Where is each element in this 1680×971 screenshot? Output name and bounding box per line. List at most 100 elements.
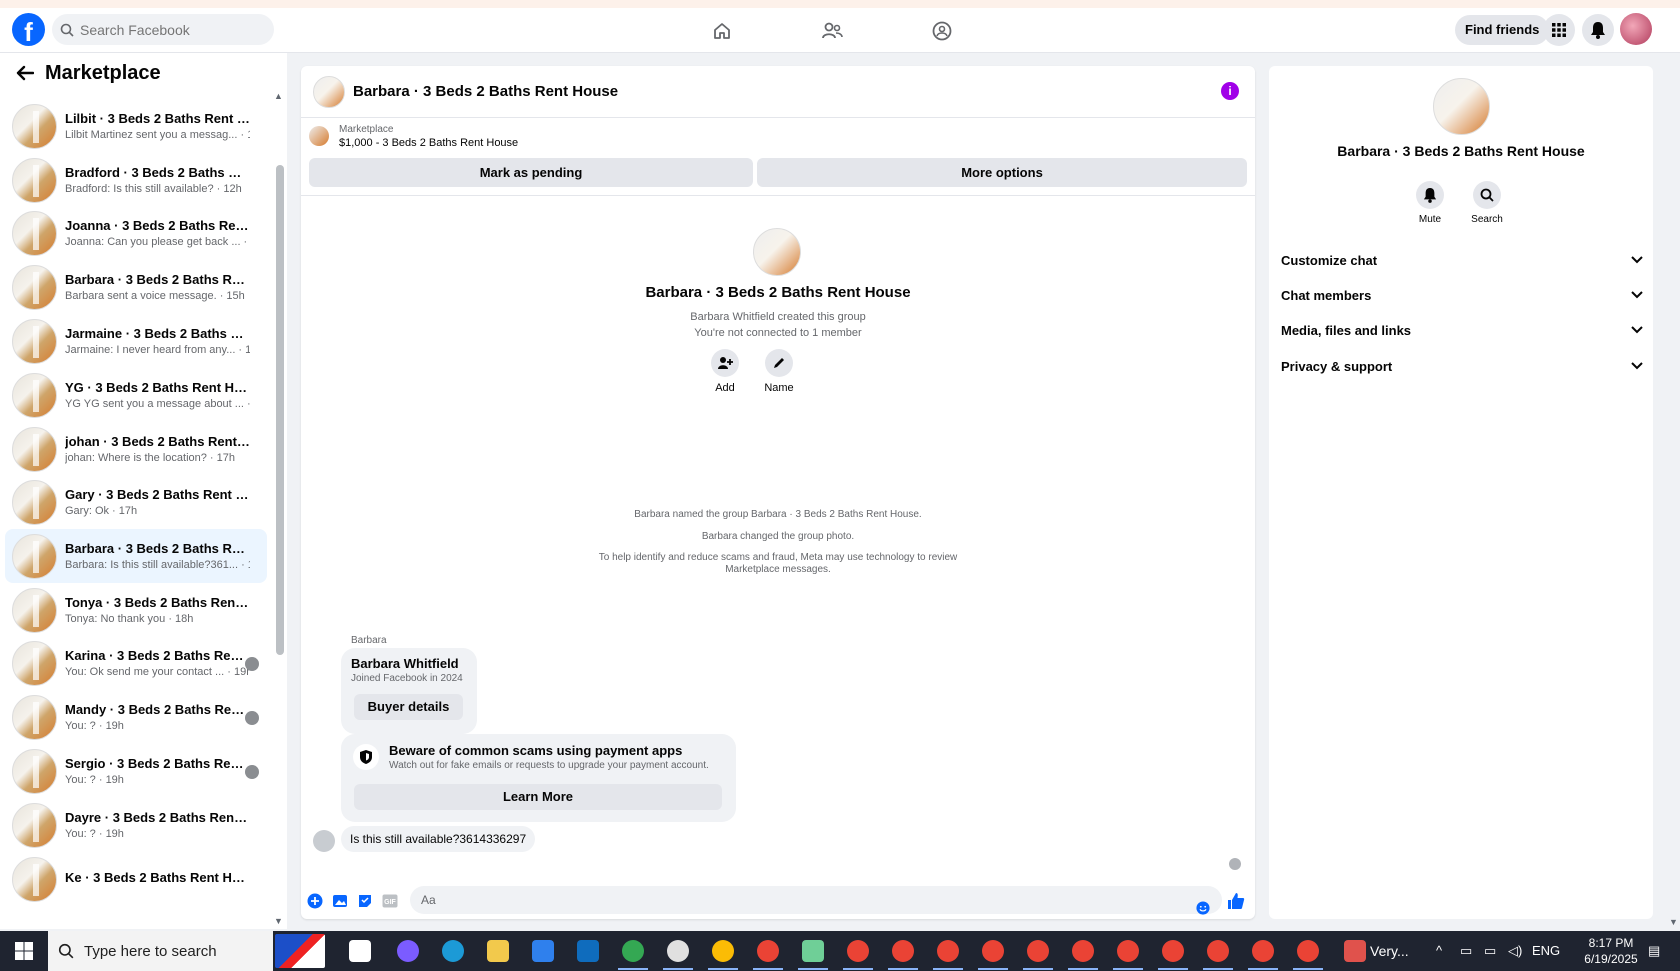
notes-icon[interactable] xyxy=(802,940,824,962)
conversation-item[interactable]: Karina · 3 Beds 2 Baths Rent ... You: Ok … xyxy=(5,636,267,690)
info-icon[interactable]: i xyxy=(1221,82,1239,100)
seen-avatar xyxy=(245,765,259,779)
chrome-icon[interactable] xyxy=(1162,940,1184,962)
plus-icon[interactable] xyxy=(306,892,324,910)
outlook-icon[interactable] xyxy=(577,940,599,962)
clock-time: 8:17 PM xyxy=(1588,936,1634,950)
chrome-icon[interactable] xyxy=(1207,940,1229,962)
copilot-icon[interactable] xyxy=(397,940,419,962)
edge-icon[interactable] xyxy=(442,940,464,962)
chrome-icon[interactable] xyxy=(622,940,644,962)
chrome-icon[interactable] xyxy=(1072,940,1094,962)
chrome-icon[interactable] xyxy=(712,940,734,962)
back-arrow-icon[interactable] xyxy=(13,61,37,85)
conversation-item[interactable]: Joanna · 3 Beds 2 Baths Rent H... Joanna:… xyxy=(5,206,267,260)
paint-icon[interactable] xyxy=(667,940,689,962)
conversation-item[interactable]: Dayre · 3 Beds 2 Baths Rent Ho... You: ? … xyxy=(5,798,267,852)
mark-as-pending-button[interactable]: Mark as pending xyxy=(309,158,753,187)
windows-start-icon[interactable] xyxy=(0,931,48,971)
conversation-item[interactable]: Bradford · 3 Beds 2 Baths Rent ... Bradfo… xyxy=(5,153,267,207)
sender-avatar[interactable] xyxy=(313,830,335,852)
friends-icon[interactable] xyxy=(819,18,845,44)
message-bubble[interactable]: Is this still available?3614336297 xyxy=(341,826,536,852)
add-member-button[interactable]: Add xyxy=(705,349,745,394)
chrome-icon[interactable] xyxy=(1117,940,1139,962)
conversation-item[interactable]: Sergio · 3 Beds 2 Baths Rent ... You: ? ·… xyxy=(5,744,267,798)
groups-icon[interactable] xyxy=(929,18,955,44)
learn-more-button[interactable]: Learn More xyxy=(354,784,722,810)
listing-thumbnail xyxy=(12,533,57,579)
group-photo[interactable] xyxy=(753,228,801,276)
file-explorer-icon[interactable] xyxy=(487,940,509,962)
photo-icon[interactable] xyxy=(331,892,349,910)
privacy-support-row[interactable]: Privacy & support xyxy=(1281,351,1643,381)
chrome-icon[interactable] xyxy=(937,940,959,962)
monitor-icon[interactable]: ▭ xyxy=(1484,943,1496,959)
search-input[interactable] xyxy=(80,21,260,38)
chrome-icon[interactable] xyxy=(892,940,914,962)
bell-icon[interactable] xyxy=(1582,14,1614,46)
conversation-item[interactable]: Jarmaine · 3 Beds 2 Baths Rent ... Jarmai… xyxy=(5,314,267,368)
conversation-item[interactable]: YG · 3 Beds 2 Baths Rent House YG YG sent… xyxy=(5,368,267,422)
conversation-item[interactable]: johan · 3 Beds 2 Baths Rent Ho... johan: … xyxy=(5,422,267,476)
conversation-item[interactable]: Ke · 3 Beds 2 Baths Rent House xyxy=(5,852,267,906)
chrome-icon[interactable] xyxy=(1297,940,1319,962)
conversation-item[interactable]: Mandy · 3 Beds 2 Baths Rent ... You: ? · … xyxy=(5,690,267,744)
search-icon xyxy=(60,23,74,37)
listing-banner[interactable]: Marketplace $1,000 - 3 Beds 2 Baths Rent… xyxy=(301,118,1255,154)
sticker-icon[interactable] xyxy=(356,892,374,910)
chat-title[interactable]: Barbara · 3 Beds 2 Baths Rent House xyxy=(353,83,618,100)
chat-group-photo[interactable] xyxy=(313,75,345,108)
system-clock[interactable]: 8:17 PM 6/19/2025 xyxy=(1583,935,1639,967)
volume-icon[interactable]: ◁) xyxy=(1508,943,1522,959)
mute-label: Mute xyxy=(1418,214,1442,225)
scroll-up-arrow[interactable]: ▲ xyxy=(274,91,283,101)
sidebar-scrollbar[interactable] xyxy=(276,165,284,655)
panel-group-photo[interactable] xyxy=(1433,78,1490,135)
chrome-icon[interactable] xyxy=(847,940,869,962)
chevron-up-icon[interactable]: ^ xyxy=(1436,943,1442,958)
mute-button[interactable]: Mute xyxy=(1405,181,1455,225)
chat-members-row[interactable]: Chat members xyxy=(1281,280,1643,310)
conversation-item[interactable]: Barbara · 3 Beds 2 Baths Rent H... Barbar… xyxy=(5,260,267,314)
chrome-icon[interactable] xyxy=(757,940,779,962)
profile-avatar[interactable] xyxy=(1620,13,1652,45)
running-indicator xyxy=(888,968,918,970)
task-view-icon[interactable] xyxy=(349,940,371,962)
chrome-icon[interactable] xyxy=(982,940,1004,962)
conversation-item[interactable]: Gary · 3 Beds 2 Baths Rent House Gary: Ok… xyxy=(5,475,267,529)
taskbar-search[interactable]: Type here to search xyxy=(48,931,273,971)
gif-icon[interactable]: GIF xyxy=(381,892,399,910)
weather-widget[interactable]: Very... xyxy=(1370,943,1409,959)
emoji-icon[interactable] xyxy=(1196,901,1210,915)
listing-thumbnail xyxy=(12,157,57,203)
more-options-button[interactable]: More options xyxy=(757,158,1247,187)
page-scroll-down-arrow[interactable]: ▼ xyxy=(1669,917,1678,927)
running-indicator xyxy=(978,968,1008,970)
chrome-icon[interactable] xyxy=(1027,940,1049,962)
network-icon[interactable]: ▭ xyxy=(1460,943,1472,959)
menu-grid-icon[interactable] xyxy=(1543,14,1575,46)
buyer-details-button[interactable]: Buyer details xyxy=(354,694,463,720)
conversation-item[interactable]: Lilbit · 3 Beds 2 Baths Rent House Lilbit… xyxy=(5,99,267,153)
name-group-button[interactable]: Name xyxy=(759,349,799,394)
facebook-logo[interactable]: f xyxy=(12,13,45,46)
group-created-text: Barbara Whitfield created this group xyxy=(690,311,866,323)
search-box[interactable] xyxy=(52,14,274,45)
conversation-item[interactable]: Tonya · 3 Beds 2 Baths Rent Ho... Tonya: … xyxy=(5,583,267,637)
notification-icon[interactable]: ▤ xyxy=(1648,943,1660,959)
search-chat-button[interactable]: Search xyxy=(1462,181,1512,225)
message-input[interactable] xyxy=(410,886,1222,914)
media-files-links-row[interactable]: Media, files and links xyxy=(1281,315,1643,345)
scroll-down-arrow[interactable]: ▼ xyxy=(274,916,283,926)
home-icon[interactable] xyxy=(709,18,735,44)
find-friends-button[interactable]: Find friends xyxy=(1455,15,1550,45)
thermometer-icon[interactable] xyxy=(1344,940,1366,962)
language-indicator[interactable]: ENG xyxy=(1532,943,1560,958)
thumbs-up-icon[interactable] xyxy=(1227,892,1245,910)
search-highlight-image[interactable] xyxy=(275,934,325,968)
chrome-icon[interactable] xyxy=(1252,940,1274,962)
conversation-item[interactable]: Barbara · 3 Beds 2 Baths Rent H... Barbar… xyxy=(5,529,267,583)
store-icon[interactable] xyxy=(532,940,554,962)
customize-chat-row[interactable]: Customize chat xyxy=(1281,245,1643,275)
